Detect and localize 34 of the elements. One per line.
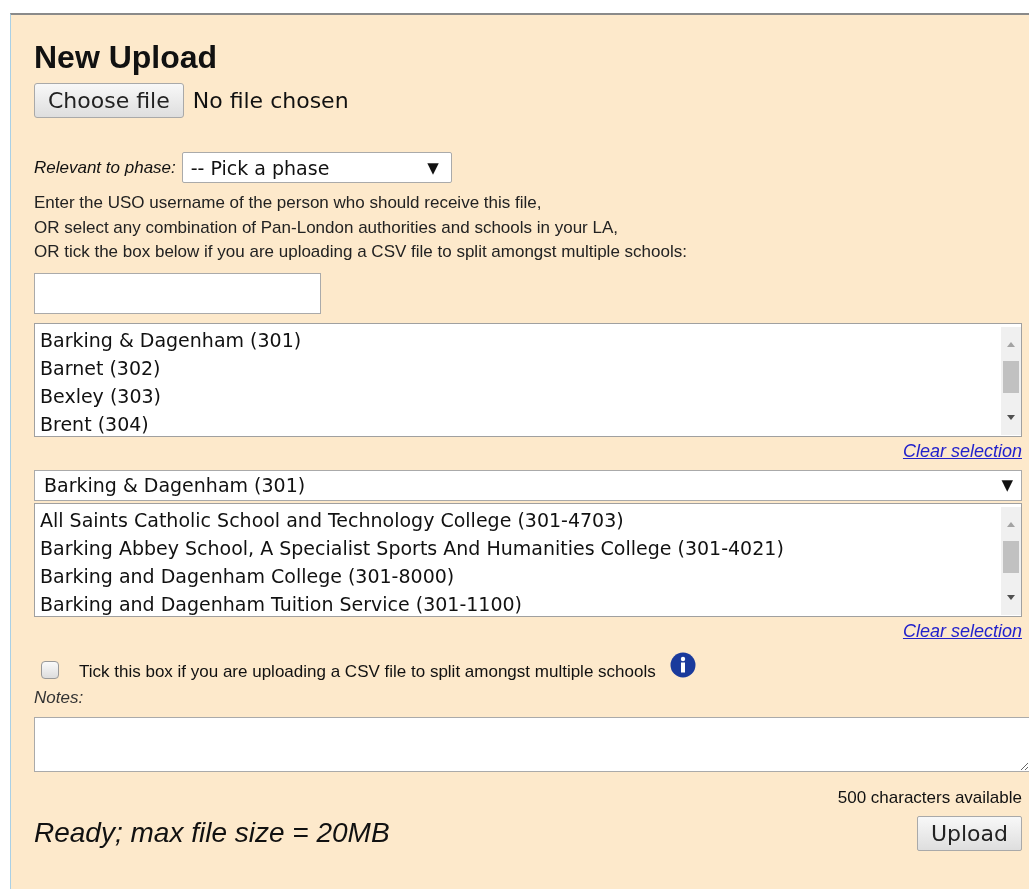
instruction-text: OR tick the box below if you are uploading a CSV file to split amongst multiple schools: (34, 241, 688, 263)
clear-selection-link[interactable]: Clear selection (902, 436, 1022, 468)
checkbox-label: Tick this box if you are uploading a CSV file to split amongst multiple schools (79, 661, 656, 682)
info-icon (669, 651, 696, 678)
username-field[interactable] (34, 272, 321, 314)
notes-label: Notes: (34, 687, 85, 708)
scrollbar-icon (1001, 506, 1021, 615)
phase-label: Relevant to phase: (34, 157, 176, 178)
list-option[interactable]: Barking and Dagenham Tuition Service (301-1100) (40, 589, 784, 618)
upload-button[interactable]: Upload (916, 815, 1022, 851)
dropdown-arrow-icon: ▼ (1001, 476, 1013, 494)
list-option[interactable]: Barnet (302) (40, 353, 302, 382)
character-counter: 500 characters available (836, 787, 1022, 808)
phase-dropdown[interactable]: -- Pick a phase ▼ (181, 152, 452, 183)
dropdown-arrow-icon: ▼ (427, 158, 439, 177)
file-status-text: No file chosen (192, 88, 349, 113)
authority-listbox[interactable]: Barking & Dagenham (301) Barnet (302) Bexley (303) Brent (304) (34, 322, 1022, 437)
list-option[interactable]: Brent (304) (40, 409, 302, 438)
list-option[interactable]: Barking Abbey School, A Specialist Sports And Humanities College (301-4021) (40, 533, 784, 562)
scrollbar-icon (1001, 326, 1021, 435)
list-option[interactable]: Bexley (303) (40, 381, 302, 410)
school-listbox[interactable] (34, 502, 1022, 617)
instruction-text: OR select any combination of Pan-London authorities and schools in your LA, (34, 216, 619, 239)
csv-split-checkbox[interactable] (41, 660, 59, 679)
status-text: Ready; max file size = 20MB (34, 817, 390, 849)
choose-file-button[interactable]: Choose file (34, 83, 184, 118)
list-option[interactable]: All Saints Catholic School and Technology College (301-4703) (40, 505, 784, 534)
form-heading: New Upload (34, 39, 219, 75)
authority-dropdown[interactable]: Barking & Dagenham (301) ▼ (34, 469, 1022, 501)
clear-selection-link[interactable]: Clear selection (902, 616, 1022, 648)
instruction-text: Enter the USO username of the person who should receive this file, (34, 192, 543, 214)
notes-field[interactable] (34, 716, 1029, 772)
list-option[interactable]: Barking and Dagenham College (301-8000) (40, 561, 784, 590)
list-option[interactable]: Barking & Dagenham (301) (40, 325, 302, 354)
